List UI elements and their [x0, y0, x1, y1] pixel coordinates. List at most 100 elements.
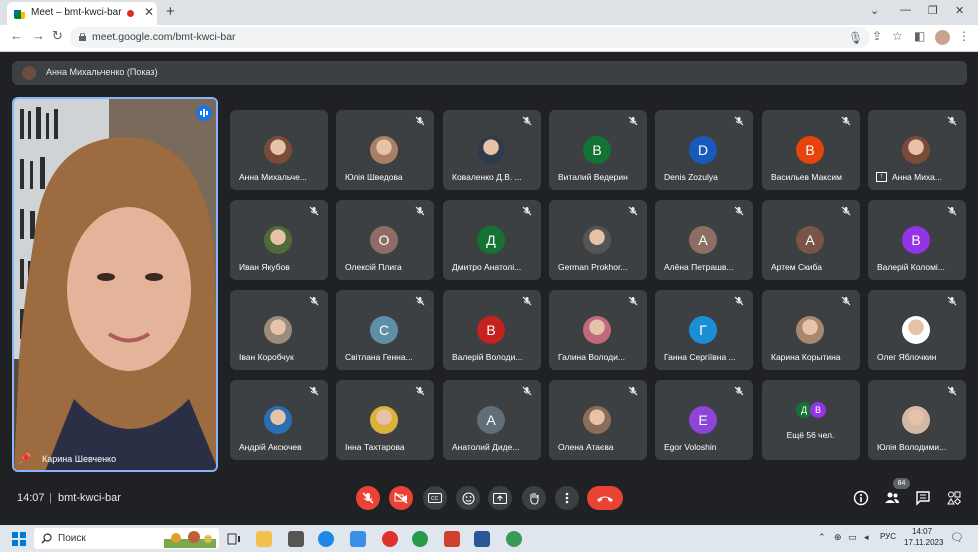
participant-name: Олексій Плига — [345, 262, 402, 272]
volume-icon[interactable]: ◂ — [864, 532, 869, 543]
tab-search-icon[interactable]: ⌄ — [870, 4, 879, 17]
participant-tile[interactable]: Інна Тахтарова — [336, 380, 434, 460]
new-tab-button[interactable]: + — [166, 3, 175, 20]
chrome-active-icon[interactable] — [506, 531, 522, 547]
participant-tile[interactable]: Коваленко Д.В. ... — [443, 110, 541, 190]
participant-tile[interactable]: Олег Яблочкин — [868, 290, 966, 370]
participant-tile[interactable]: О Олексій Плига — [336, 200, 434, 280]
close-tab-icon[interactable]: ✕ — [144, 5, 154, 19]
participant-tile[interactable]: Д Дмитро Анатолі... — [443, 200, 541, 280]
more-options-button[interactable] — [555, 486, 579, 510]
participant-tile[interactable]: German Prokhor... — [549, 200, 647, 280]
participant-tile[interactable]: Карина Корытина — [762, 290, 860, 370]
menu-more-icon[interactable]: ⋮ — [958, 29, 970, 43]
mic-muted-icon — [309, 206, 319, 216]
participant-tile[interactable]: D Denis Zozulya — [655, 110, 753, 190]
mic-muted-icon — [947, 296, 957, 306]
chrome-icon[interactable] — [412, 531, 428, 547]
word-icon[interactable] — [474, 531, 490, 547]
participant-tile[interactable]: E Egor Voloshin — [655, 380, 753, 460]
participant-name: Виталий Ведерин — [558, 172, 628, 182]
pin-icon[interactable]: 📌 — [18, 452, 32, 465]
main-speaker-tile[interactable]: 📌 Карина Шевченко — [12, 97, 218, 472]
notifications-icon[interactable]: 🗨 — [950, 531, 964, 544]
more-participants-tile[interactable]: Д В Ещё 56 чел. — [762, 380, 860, 460]
participant-tile[interactable]: Іван Коробчук — [230, 290, 328, 370]
meeting-info-icon[interactable] — [853, 490, 869, 506]
participant-tile[interactable]: Иван Якубов — [230, 200, 328, 280]
participant-tile[interactable]: С Світлана Генна... — [336, 290, 434, 370]
participant-tile[interactable]: В Валерій Коломі... — [868, 200, 966, 280]
minimize-window-button[interactable]: — — [900, 4, 911, 16]
participant-name: Коваленко Д.В. ... — [452, 172, 522, 182]
close-window-button[interactable]: ✕ — [955, 4, 964, 17]
forward-icon[interactable]: → — [32, 28, 45, 43]
participant-tile[interactable]: Анна Миха... ↑ — [868, 110, 966, 190]
people-icon[interactable] — [884, 490, 900, 506]
participant-name: German Prokhor... — [558, 262, 628, 272]
bookmark-star-icon[interactable]: ☆ — [892, 29, 903, 43]
file-explorer-icon[interactable] — [256, 531, 272, 547]
reactions-button[interactable] — [456, 486, 480, 510]
participant-tile[interactable]: А Алёна Петрашв... — [655, 200, 753, 280]
microphone-off-button[interactable] — [356, 486, 380, 510]
taskbar-search-box[interactable]: Поиск — [34, 528, 219, 549]
store-icon[interactable] — [288, 531, 304, 547]
camera-off-button[interactable] — [389, 486, 413, 510]
mic-muted-icon — [522, 206, 532, 216]
participant-tile[interactable]: Юлія Володими... — [868, 380, 966, 460]
participant-tile[interactable]: В Валерій Володи... — [443, 290, 541, 370]
back-icon[interactable]: ← — [10, 28, 23, 43]
language-indicator[interactable]: РУС — [880, 532, 896, 541]
clock-date[interactable]: 17.11.2023 — [904, 538, 943, 547]
recording-indicator-icon — [127, 10, 134, 17]
address-bar[interactable]: meet.google.com/bmt-kwci-bar 🎙 — [70, 27, 870, 48]
tray-chevron-icon[interactable]: ⌃ — [818, 532, 826, 543]
present-screen-button[interactable] — [488, 486, 512, 510]
participant-tile[interactable]: Галина Володи... — [549, 290, 647, 370]
browser-tab[interactable]: Meet – bmt-kwci-bar ✕ — [7, 2, 157, 25]
task-view-icon[interactable] — [226, 531, 242, 547]
chat-icon[interactable] — [915, 490, 931, 506]
microphone-icon[interactable]: 🎙 — [848, 31, 863, 45]
participant-tile[interactable]: Г Ганна Сергіївна ... — [655, 290, 753, 370]
clock-time[interactable]: 14:07 — [912, 527, 932, 536]
mic-muted-icon — [841, 206, 851, 216]
mic-muted-icon — [415, 296, 425, 306]
participant-tile[interactable]: А Анатолий Диде... — [443, 380, 541, 460]
tray-icon[interactable]: ⊕ — [834, 532, 842, 543]
participant-photo-avatar — [477, 136, 505, 164]
maximize-window-button[interactable]: ❐ — [928, 4, 938, 17]
battery-icon[interactable]: ▭ — [848, 532, 857, 543]
mic-muted-icon — [841, 116, 851, 126]
app-icon[interactable] — [350, 531, 366, 547]
captions-button[interactable]: CC — [423, 486, 447, 510]
end-call-button[interactable] — [587, 486, 623, 510]
activities-icon[interactable] — [946, 490, 962, 506]
app-icon-2[interactable] — [444, 531, 460, 547]
participant-name: Андрій Аксючев — [239, 442, 302, 452]
participant-tile[interactable]: В Васильев Максим — [762, 110, 860, 190]
opera-icon[interactable] — [382, 531, 398, 547]
participant-tile[interactable]: Олена Атаєва — [549, 380, 647, 460]
browser-toolbar: ← → ↻ meet.google.com/bmt-kwci-bar 🎙 ⇪ ☆… — [0, 25, 978, 52]
mic-muted-icon — [947, 386, 957, 396]
participant-photo-avatar — [370, 136, 398, 164]
share-icon[interactable]: ⇪ — [872, 29, 882, 43]
participant-name: Дмитро Анатолі... — [452, 262, 522, 272]
edge-icon[interactable] — [318, 531, 334, 547]
participant-tile[interactable]: Юлія Шведова — [336, 110, 434, 190]
raise-hand-button[interactable] — [522, 486, 546, 510]
side-panel-icon[interactable]: ◧ — [914, 29, 925, 43]
reload-icon[interactable]: ↻ — [52, 28, 63, 44]
mic-muted-icon — [415, 206, 425, 216]
participant-tile[interactable]: Анна Михальче... — [230, 110, 328, 190]
participant-tile[interactable]: В Виталий Ведерин — [549, 110, 647, 190]
profile-avatar[interactable] — [935, 30, 950, 45]
participant-tile[interactable]: А Артем Скиба — [762, 200, 860, 280]
participant-photo-avatar — [902, 136, 930, 164]
presentation-bar[interactable]: Анна Михальченко (Показ) — [12, 61, 967, 85]
windows-start-icon[interactable] — [12, 532, 26, 546]
participant-tile[interactable]: Андрій Аксючев — [230, 380, 328, 460]
mic-muted-icon — [415, 386, 425, 396]
